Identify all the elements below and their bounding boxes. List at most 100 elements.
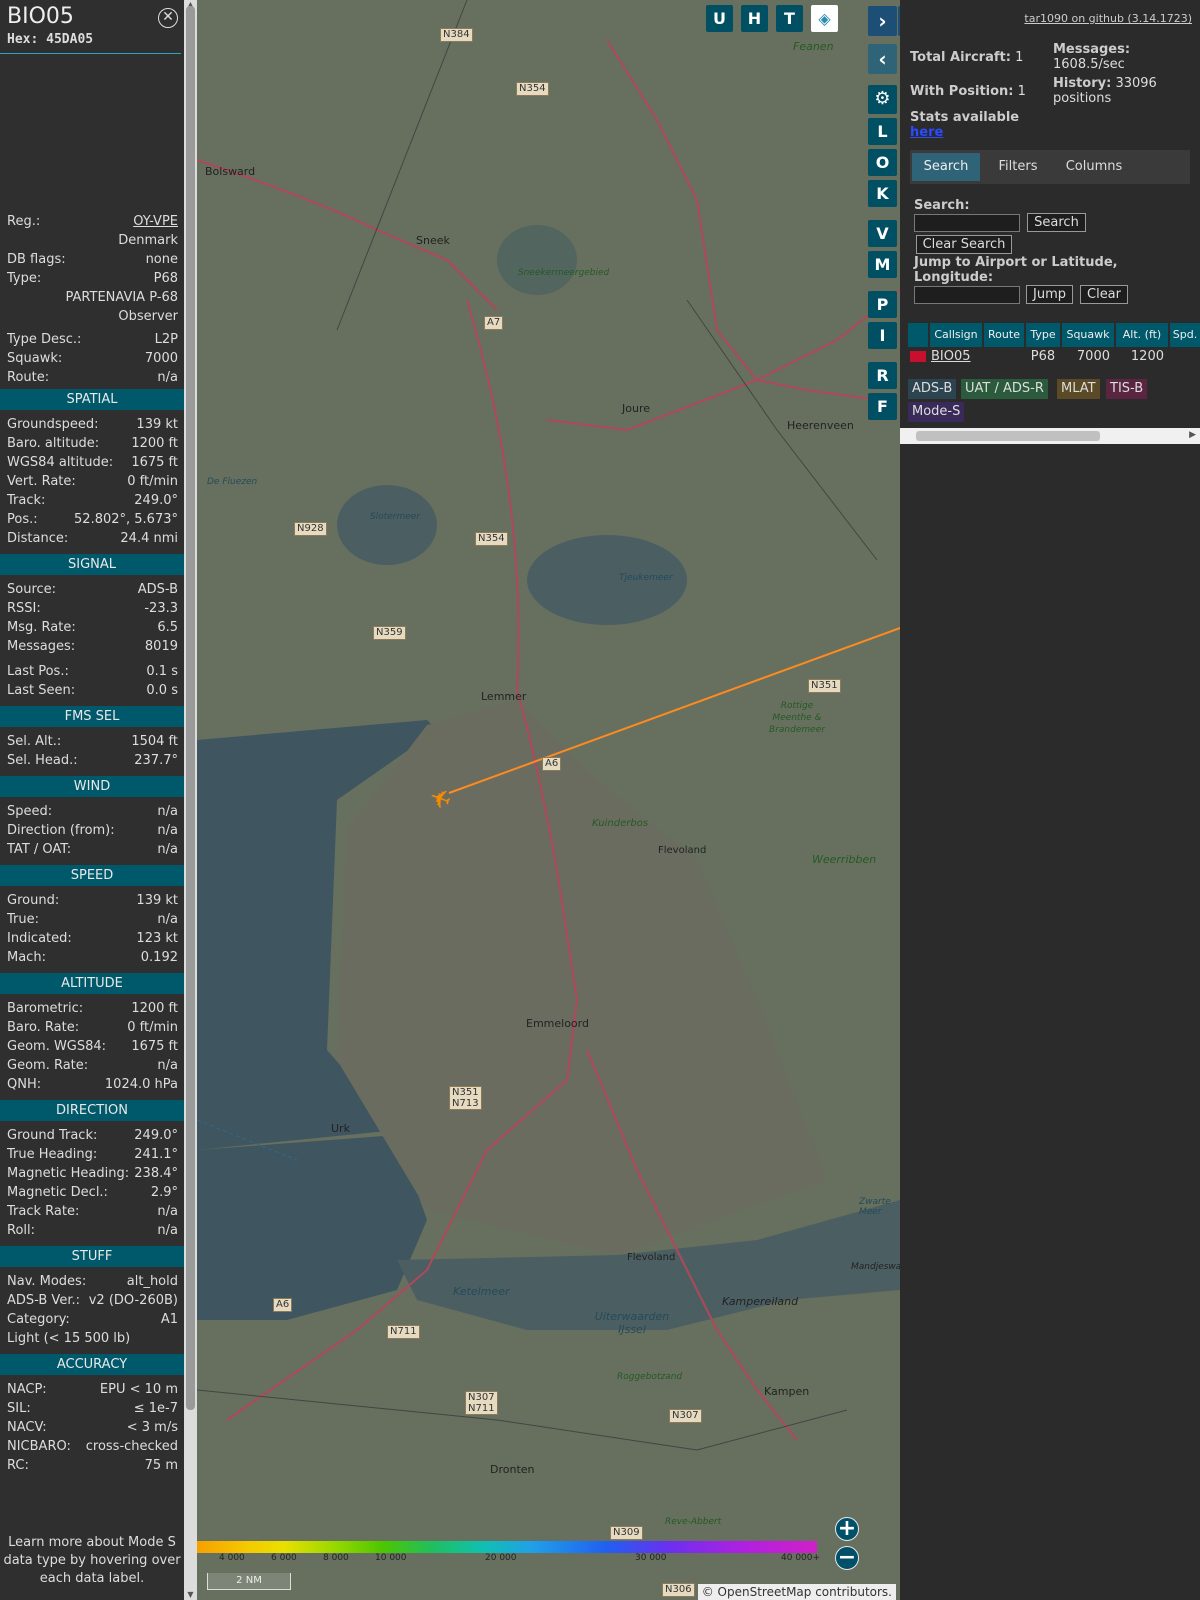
row-callsign[interactable]: BIO05: [930, 347, 982, 367]
detail-label[interactable]: NICBARO:: [7, 1437, 71, 1456]
layers-icon[interactable]: ◈: [811, 5, 838, 32]
detail-label[interactable]: Geom. WGS84:: [7, 1037, 106, 1056]
clear-button[interactable]: Clear: [1080, 285, 1128, 304]
detail-label[interactable]: Msg. Rate:: [7, 618, 76, 637]
detail-row: Ground: 139 kt: [7, 891, 178, 910]
search-button[interactable]: Search: [1027, 213, 1086, 232]
detail-label[interactable]: Roll:: [7, 1221, 35, 1240]
scroll-right-arrow-icon[interactable]: ▶: [1189, 430, 1196, 440]
github-version-link[interactable]: tar1090 on github (3.14.1723): [1024, 12, 1192, 25]
detail-label[interactable]: Mach:: [7, 948, 46, 967]
detail-value[interactable]: OY-VPE: [133, 212, 178, 231]
toggle-m-button[interactable]: M: [868, 251, 897, 278]
detail-label[interactable]: Source:: [7, 580, 56, 599]
tab-search[interactable]: Search: [912, 153, 980, 181]
detail-label[interactable]: WGS84 altitude:: [7, 453, 113, 472]
toggle-i-button[interactable]: I: [868, 322, 897, 349]
detail-label[interactable]: SIL:: [7, 1399, 31, 1418]
toggle-k-button[interactable]: K: [868, 180, 897, 207]
toggle-r-button[interactable]: R: [868, 362, 897, 389]
table-horizontal-scrollbar[interactable]: ▶: [900, 428, 1200, 444]
map-view[interactable]: ✈ Bolsward Sneek Joure Heerenveen Lemmer…: [197, 0, 900, 1600]
map-attribution[interactable]: © OpenStreetMap contributors.: [697, 1584, 896, 1600]
search-input[interactable]: [914, 214, 1020, 232]
detail-label[interactable]: Distance:: [7, 529, 68, 548]
column-header-speed[interactable]: Spd.: [1170, 323, 1200, 347]
tab-filters[interactable]: Filters: [984, 153, 1052, 181]
detail-label[interactable]: Type Desc.:: [7, 330, 81, 349]
detail-label[interactable]: DB flags:: [7, 250, 66, 269]
detail-label[interactable]: Speed:: [7, 802, 52, 821]
road-shield: N928: [294, 522, 327, 536]
toggle-o-button[interactable]: O: [868, 149, 897, 176]
collapse-sidebar-icon[interactable]: ‹: [868, 44, 897, 74]
detail-label[interactable]: NACV:: [7, 1418, 47, 1437]
detail-label[interactable]: Track Rate:: [7, 1202, 79, 1221]
detail-label[interactable]: Messages:: [7, 637, 75, 656]
detail-label[interactable]: True:: [7, 910, 39, 929]
toggle-f-button[interactable]: F: [868, 393, 897, 420]
detail-label[interactable]: ADS-B Ver.:: [7, 1291, 80, 1310]
hscroll-thumb[interactable]: [916, 431, 1100, 441]
detail-label[interactable]: Ground:: [7, 891, 59, 910]
expand-sidebar-icon[interactable]: ›: [868, 6, 897, 36]
detail-label[interactable]: Baro. Rate:: [7, 1018, 79, 1037]
detail-label[interactable]: TAT / OAT:: [7, 840, 71, 859]
detail-label[interactable]: Sel. Alt.:: [7, 732, 61, 751]
toggle-p-button[interactable]: P: [868, 291, 897, 318]
column-header-route[interactable]: Route: [984, 323, 1024, 347]
detail-label[interactable]: RC:: [7, 1456, 29, 1475]
toggle-u-button[interactable]: U: [706, 5, 733, 32]
detail-label[interactable]: NACP:: [7, 1380, 47, 1399]
tab-columns[interactable]: Columns: [1056, 153, 1132, 181]
title-divider: [0, 53, 181, 54]
sidebar-scrollbar[interactable]: ▲ ▼: [184, 0, 197, 1600]
detail-label[interactable]: Magnetic Decl.:: [7, 1183, 108, 1202]
stats-here-link[interactable]: here: [910, 125, 943, 140]
detail-label[interactable]: Sel. Head.:: [7, 751, 78, 770]
detail-label[interactable]: True Heading:: [7, 1145, 97, 1164]
clear-search-button[interactable]: Clear Search: [916, 235, 1012, 254]
column-header-altitude[interactable]: Alt. (ft): [1116, 323, 1168, 347]
column-header-callsign[interactable]: Callsign: [930, 323, 982, 347]
detail-label[interactable]: Vert. Rate:: [7, 472, 76, 491]
detail-label[interactable]: Ground Track:: [7, 1126, 97, 1145]
detail-label[interactable]: Last Pos.:: [7, 662, 69, 681]
detail-label[interactable]: Magnetic Heading:: [7, 1164, 129, 1183]
toggle-l-button[interactable]: L: [868, 118, 897, 145]
detail-label[interactable]: RSSI:: [7, 599, 41, 618]
sidebar-scroll-thumb[interactable]: [186, 6, 195, 1410]
jump-input[interactable]: [914, 286, 1020, 304]
scroll-down-arrow-icon[interactable]: ▼: [186, 1590, 195, 1600]
detail-label[interactable]: QNH:: [7, 1075, 41, 1094]
close-icon[interactable]: ✕: [158, 8, 178, 28]
detail-label[interactable]: Track:: [7, 491, 45, 510]
detail-label[interactable]: Light (< 15 500 lb): [7, 1329, 130, 1348]
jump-button[interactable]: Jump: [1026, 285, 1073, 304]
detail-label[interactable]: Pos.:: [7, 510, 38, 529]
toggle-h-button[interactable]: H: [741, 5, 768, 32]
column-header-squawk[interactable]: Squawk: [1062, 323, 1114, 347]
toggle-v-button[interactable]: V: [868, 220, 897, 247]
detail-label[interactable]: Indicated:: [7, 929, 72, 948]
detail-label[interactable]: Reg.:: [7, 212, 40, 231]
section-header-spatial: SPATIAL: [0, 389, 184, 410]
detail-label[interactable]: Route:: [7, 368, 49, 387]
detail-label[interactable]: Squawk:: [7, 349, 62, 368]
detail-label[interactable]: Baro. altitude:: [7, 434, 99, 453]
with-position-label: With Position:: [910, 84, 1014, 99]
zoom-out-icon[interactable]: −: [835, 1546, 859, 1570]
detail-label[interactable]: Geom. Rate:: [7, 1056, 88, 1075]
detail-label[interactable]: Last Seen:: [7, 681, 75, 700]
zoom-in-icon[interactable]: +: [835, 1517, 859, 1541]
detail-label[interactable]: Nav. Modes:: [7, 1272, 86, 1291]
column-header-type[interactable]: Type: [1026, 323, 1060, 347]
detail-label[interactable]: Barometric:: [7, 999, 83, 1018]
detail-label[interactable]: Type:: [7, 269, 41, 288]
place-label: Flevoland: [627, 1252, 676, 1263]
detail-label[interactable]: Category:: [7, 1310, 70, 1329]
detail-label[interactable]: Groundspeed:: [7, 415, 98, 434]
toggle-t-button[interactable]: T: [776, 5, 803, 32]
settings-gear-icon[interactable]: ⚙: [868, 85, 897, 114]
detail-label[interactable]: Direction (from):: [7, 821, 115, 840]
